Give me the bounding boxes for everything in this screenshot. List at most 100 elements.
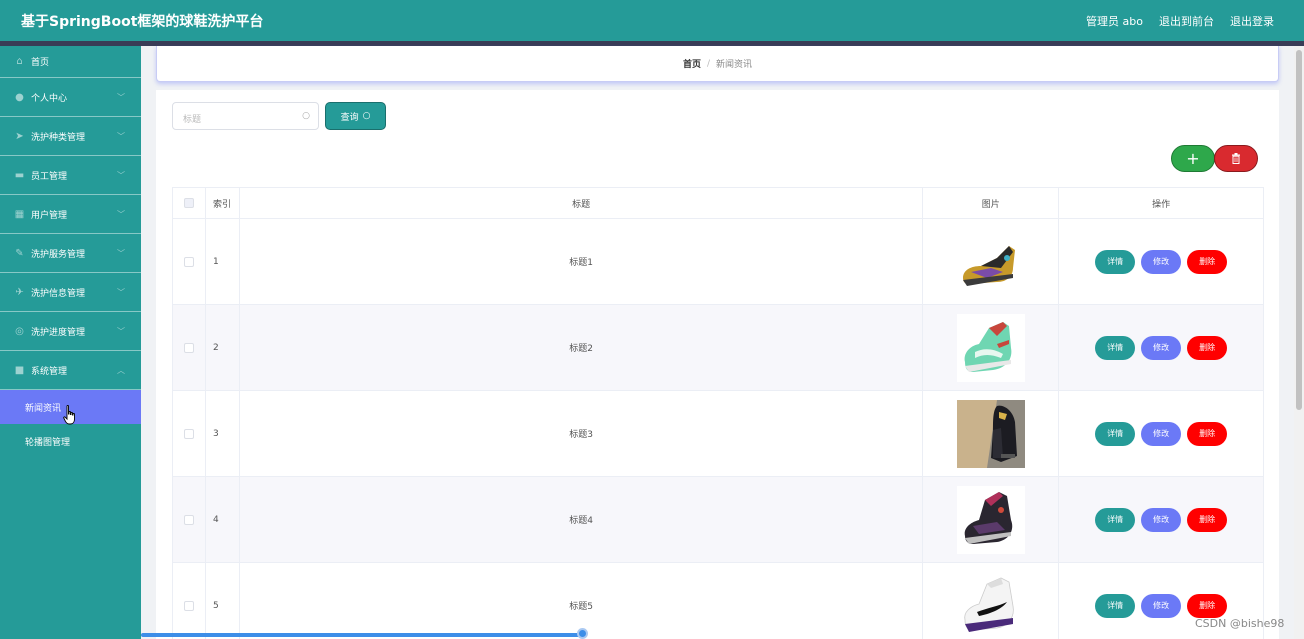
detail-button[interactable]: 详情 — [1095, 335, 1136, 360]
chevron-down-icon: ﹀ — [117, 327, 125, 336]
home-icon: ⌂ — [16, 56, 23, 67]
progress-knob[interactable] — [577, 628, 588, 639]
row-checkbox[interactable] — [183, 600, 194, 611]
header-image: 图片 — [923, 188, 1060, 218]
shoe-image — [956, 399, 1025, 468]
shoe-image — [956, 227, 1025, 296]
sidebar-subitem-label: 轮播图管理 — [25, 437, 71, 448]
scrollbar-thumb[interactable] — [1296, 50, 1302, 410]
monitor-icon: ▬ — [14, 169, 25, 181]
sidebar-item-label: 洗护服务管理 — [31, 249, 86, 260]
row-checkbox[interactable] — [183, 428, 194, 439]
delete-button[interactable]: 删除 — [1187, 249, 1228, 274]
watermark-text: CSDN @bishe98 — [1195, 617, 1285, 630]
row-index: 2 — [206, 305, 240, 390]
shoe-image — [956, 571, 1025, 639]
delete-button[interactable]: 删除 — [1187, 507, 1228, 532]
row-index: 1 — [206, 219, 240, 304]
add-button[interactable]: + — [1171, 145, 1215, 172]
table-row: 4 标题4 详情 修改 删除 — [173, 477, 1263, 563]
admin-user-link[interactable]: 管理员 abo — [1086, 13, 1143, 29]
sidebar-item-staff[interactable]: ▬ 员工管理 ﹀ — [0, 156, 141, 195]
edit-button[interactable]: 修改 — [1141, 507, 1182, 532]
trash-icon: ■ — [14, 364, 25, 376]
sidebar-item-label: 员工管理 — [31, 171, 68, 182]
tool-icon: ✎ — [15, 247, 24, 259]
search-icon: ○ — [302, 111, 310, 121]
select-all-checkbox[interactable] — [183, 198, 194, 208]
chevron-up-icon: ︿ — [117, 366, 125, 375]
row-title: 标题1 — [240, 219, 924, 304]
table-row: 3 标题3 详情 修改 删除 — [173, 391, 1263, 477]
sidebar-subitem-label: 新闻资讯 — [25, 403, 62, 414]
horizontal-progress-bar — [141, 633, 583, 637]
row-index: 5 — [206, 563, 240, 639]
sidebar-item-label: 用户管理 — [31, 210, 68, 221]
sidebar-item-label: 洗护种类管理 — [31, 132, 86, 143]
sidebar-item-users[interactable]: ▦ 用户管理 ﹀ — [0, 195, 141, 234]
row-checkbox[interactable] — [183, 342, 194, 353]
header-action: 操作 — [1152, 199, 1171, 210]
chevron-down-icon: ﹀ — [117, 93, 125, 102]
table-header-row: 索引 标题 图片 操作 — [173, 188, 1263, 219]
detail-button[interactable]: 详情 — [1095, 593, 1136, 618]
news-table: 索引 标题 图片 操作 1 标题1 详情 修改 删除 2 标题2 详情 修改 删… — [172, 187, 1264, 639]
sidebar: ⌂ 首页 ● 个人中心 ﹀ ➤ 洗护种类管理 ﹀ ▬ 员工管理 ﹀ ▦ 用户管理… — [0, 46, 141, 639]
shoe-image — [956, 485, 1025, 554]
sidebar-item-home[interactable]: ⌂ 首页 — [0, 46, 141, 78]
row-title: 标题4 — [240, 477, 924, 562]
query-button-label: 查询 — [340, 112, 359, 123]
delete-button[interactable]: 删除 — [1187, 593, 1228, 618]
table-row: 2 标题2 详情 修改 删除 — [173, 305, 1263, 391]
edit-button[interactable]: 修改 — [1141, 249, 1182, 274]
detail-button[interactable]: 详情 — [1095, 249, 1136, 274]
detail-button[interactable]: 详情 — [1095, 507, 1136, 532]
sidebar-item-care-progress[interactable]: ◎ 洗护进度管理 ﹀ — [0, 312, 141, 351]
chevron-down-icon: ﹀ — [117, 210, 125, 219]
title-search-input[interactable]: 标题 ○ — [172, 102, 319, 130]
edit-button[interactable]: 修改 — [1141, 593, 1182, 618]
table-row: 1 标题1 详情 修改 删除 — [173, 219, 1263, 305]
trash-icon — [1232, 153, 1240, 164]
app-title: 基于SpringBoot框架的球鞋洗护平台 — [21, 14, 264, 30]
search-placeholder: 标题 — [183, 115, 202, 125]
query-button[interactable]: 查询 ○ — [325, 102, 386, 130]
user-icon: ● — [15, 91, 24, 103]
search-icon: ○ — [362, 111, 371, 121]
breadcrumb-home[interactable]: 首页 — [683, 57, 701, 70]
edit-button[interactable]: 修改 — [1141, 335, 1182, 360]
sidebar-item-label: 洗护进度管理 — [31, 327, 86, 338]
edit-button[interactable]: 修改 — [1141, 421, 1182, 446]
row-index: 4 — [206, 477, 240, 562]
row-index: 3 — [206, 391, 240, 476]
row-title: 标题2 — [240, 305, 924, 390]
table-row: 5 标题5 详情 修改 删除 — [173, 563, 1263, 639]
sidebar-item-care-category[interactable]: ➤ 洗护种类管理 ﹀ — [0, 117, 141, 156]
sidebar-subitem-carousel[interactable]: 轮播图管理 — [0, 424, 141, 458]
sidebar-item-care-service[interactable]: ✎ 洗护服务管理 ﹀ — [0, 234, 141, 273]
breadcrumb-separator: / — [706, 58, 711, 69]
chevron-down-icon: ﹀ — [117, 171, 125, 180]
batch-delete-button[interactable] — [1214, 145, 1258, 172]
delete-button[interactable]: 删除 — [1187, 335, 1228, 360]
globe-icon: ◎ — [15, 325, 24, 337]
row-checkbox[interactable] — [183, 256, 194, 267]
shoe-image — [956, 313, 1025, 382]
row-title: 标题3 — [240, 391, 924, 476]
plane-icon: ✈ — [15, 286, 24, 298]
sidebar-item-system[interactable]: ■ 系统管理 ︿ — [0, 351, 141, 390]
delete-button[interactable]: 删除 — [1187, 421, 1228, 446]
back-to-frontend-link[interactable]: 退出到前台 — [1159, 13, 1214, 29]
sidebar-item-care-info[interactable]: ✈ 洗护信息管理 ﹀ — [0, 273, 141, 312]
vertical-scrollbar[interactable] — [1294, 46, 1304, 639]
sidebar-item-label: 个人中心 — [31, 93, 68, 104]
header-checkbox-cell — [173, 188, 206, 218]
logout-link[interactable]: 退出登录 — [1230, 13, 1274, 29]
sidebar-item-label: 首页 — [31, 58, 50, 68]
sidebar-item-personal-center[interactable]: ● 个人中心 ﹀ — [0, 78, 141, 117]
sidebar-item-label: 洗护信息管理 — [31, 288, 86, 299]
row-checkbox[interactable] — [183, 514, 194, 525]
detail-button[interactable]: 详情 — [1095, 421, 1136, 446]
sidebar-item-label: 系统管理 — [31, 366, 68, 377]
top-bar: 基于SpringBoot框架的球鞋洗护平台 管理员 abo 退出到前台 退出登录 — [0, 0, 1304, 41]
